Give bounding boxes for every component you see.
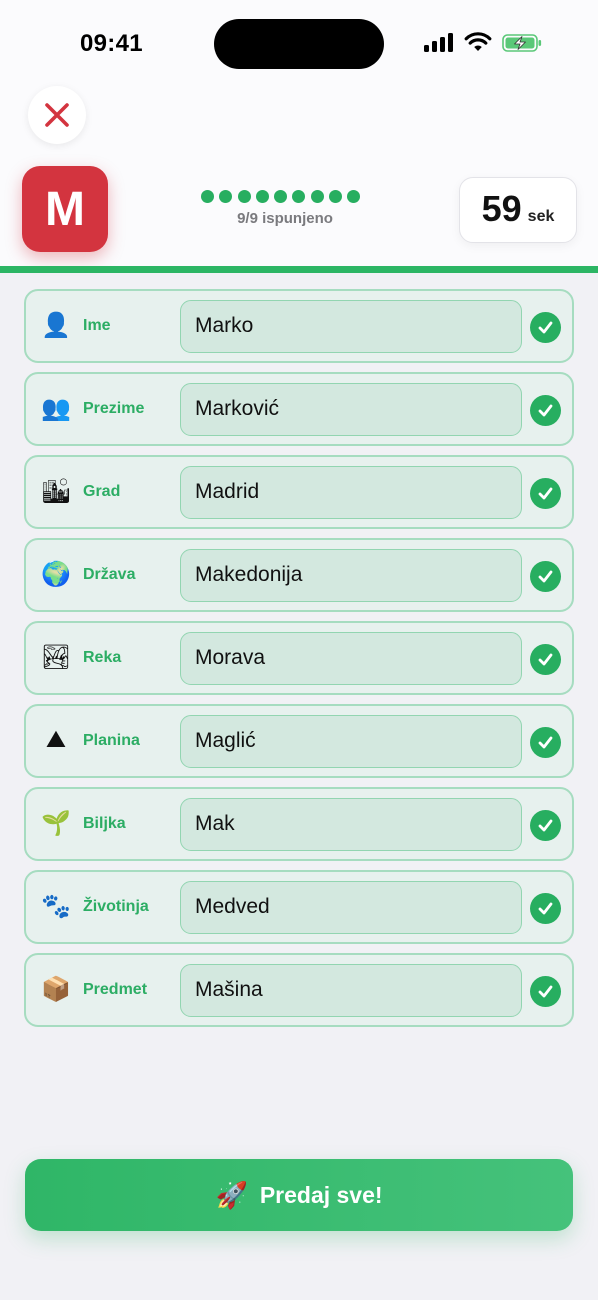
field-row-reka: 🏞 Reka Morava bbox=[24, 621, 574, 695]
globe-icon: 🌍 bbox=[41, 560, 71, 588]
progress-dot bbox=[201, 190, 214, 203]
field-label: Grad bbox=[83, 483, 121, 500]
field-label: Ime bbox=[83, 317, 111, 334]
package-icon: 📦 bbox=[41, 975, 71, 1003]
field-row-biljka: 🌱 Biljka Mak bbox=[24, 787, 574, 861]
timer-unit: sek bbox=[527, 208, 555, 225]
progress-dots bbox=[201, 190, 371, 204]
field-row-grad: 🏙 Grad Madrid bbox=[24, 455, 574, 529]
submit-label: Predaj sve! bbox=[259, 1181, 383, 1208]
checkmark-icon bbox=[530, 893, 561, 924]
checkmark-icon bbox=[530, 810, 561, 841]
people-icon: 👥 bbox=[41, 394, 71, 422]
field-row-drzava: 🌍 Država Makedonija bbox=[24, 538, 574, 612]
field-row-prezime: 👥 Prezime Marković bbox=[24, 372, 574, 446]
timer-value: 59 bbox=[481, 188, 522, 229]
field-row-ime: 👤 Ime Marko bbox=[24, 289, 574, 363]
checkmark-icon bbox=[530, 478, 561, 509]
progress-dot bbox=[310, 190, 324, 203]
cellular-signal-icon bbox=[424, 32, 454, 52]
field-label: Reka bbox=[83, 649, 122, 666]
checkmark-icon bbox=[530, 727, 561, 758]
close-icon bbox=[45, 103, 69, 127]
prezime-input[interactable]: Marković bbox=[180, 383, 522, 436]
field-label: Životinja bbox=[83, 898, 149, 915]
progress-text: 9/9 ispunjeno bbox=[237, 210, 333, 227]
progress-dot bbox=[347, 190, 361, 203]
checkmark-icon bbox=[530, 644, 561, 675]
grad-input[interactable]: Madrid bbox=[180, 466, 522, 519]
mountain-icon: ⛰ bbox=[45, 726, 67, 753]
field-row-predmet: 📦 Predmet Mašina bbox=[24, 953, 574, 1027]
drzava-input[interactable]: Makedonija bbox=[180, 549, 522, 602]
biljka-input[interactable]: Mak bbox=[180, 798, 522, 851]
checkmark-icon bbox=[530, 312, 561, 343]
planina-input[interactable]: Maglić bbox=[180, 715, 522, 768]
progress-dot bbox=[255, 190, 269, 203]
progress-dot bbox=[219, 190, 233, 203]
field-label: Planina bbox=[83, 732, 140, 749]
zivotinja-input[interactable]: Medved bbox=[180, 881, 522, 934]
dynamic-island bbox=[214, 19, 384, 69]
field-label: Biljka bbox=[83, 815, 126, 832]
submit-all-button[interactable]: 🚀 Predaj sve! bbox=[25, 1159, 573, 1231]
checkmark-icon bbox=[530, 395, 561, 426]
progress-dot bbox=[292, 190, 306, 203]
progress-divider-line bbox=[0, 266, 598, 273]
field-label: Država bbox=[83, 566, 136, 583]
field-label: Prezime bbox=[83, 400, 145, 417]
progress-dot bbox=[237, 190, 251, 203]
field-row-planina: ⛰ Planina Maglić bbox=[24, 704, 574, 778]
status-time: 09:41 bbox=[80, 30, 143, 57]
reka-input[interactable]: Morava bbox=[180, 632, 522, 685]
checkmark-icon bbox=[530, 561, 561, 592]
paw-prints-icon: 🐾 bbox=[41, 892, 71, 920]
field-row-zivotinja: 🐾 Životinja Medved bbox=[24, 870, 574, 944]
field-label: Predmet bbox=[83, 981, 148, 998]
wifi-icon bbox=[464, 32, 492, 51]
progress-dot bbox=[274, 190, 288, 203]
battery-charging-icon bbox=[502, 34, 542, 52]
checkmark-icon bbox=[530, 976, 561, 1007]
countdown-timer: 59 sek bbox=[459, 177, 577, 243]
ime-input[interactable]: Marko bbox=[180, 300, 522, 353]
close-button[interactable] bbox=[28, 86, 86, 144]
seedling-icon: 🌱 bbox=[41, 809, 71, 837]
city-icon: 🏙 bbox=[40, 477, 72, 505]
progress-dot bbox=[329, 190, 343, 203]
predmet-input[interactable]: Mašina bbox=[180, 964, 522, 1017]
rocket-icon: 🚀 bbox=[215, 1179, 248, 1210]
person-icon: 👤 bbox=[41, 311, 71, 339]
river-landscape-icon: 🏞 bbox=[40, 643, 72, 671]
round-letter-badge: M bbox=[22, 166, 108, 252]
